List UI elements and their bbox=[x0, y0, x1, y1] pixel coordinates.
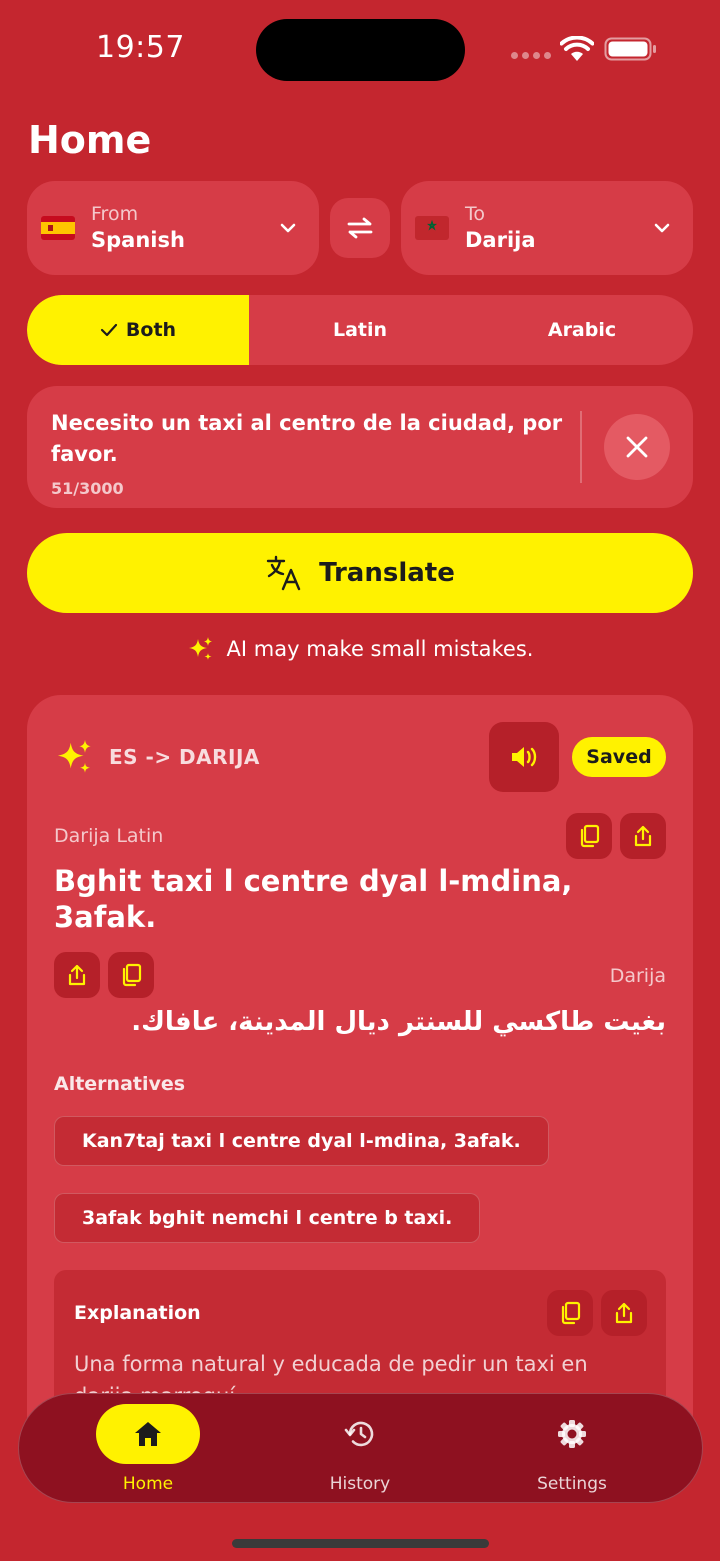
share-arabic-button[interactable] bbox=[54, 952, 100, 998]
divider bbox=[580, 411, 582, 483]
disclaimer-text: AI may make small mistakes. bbox=[226, 637, 534, 661]
sparkles-icon bbox=[57, 739, 91, 773]
cellular-signal-icon bbox=[511, 52, 551, 59]
morocco-flag-icon bbox=[415, 216, 449, 240]
close-icon bbox=[626, 436, 648, 458]
share-latin-button[interactable] bbox=[620, 813, 666, 859]
segment-latin-label: Latin bbox=[332, 319, 388, 341]
segment-both-label: Both bbox=[125, 319, 177, 341]
play-audio-button[interactable] bbox=[489, 722, 559, 792]
status-time: 19:57 bbox=[96, 30, 185, 65]
source-text-card: Necesito un taxi al centro de la ciudad,… bbox=[27, 386, 693, 508]
history-icon bbox=[344, 1421, 374, 1447]
to-caption: To bbox=[465, 203, 486, 225]
nav-home-label: Home bbox=[122, 1474, 174, 1494]
to-language: Darija bbox=[465, 228, 536, 252]
copy-icon bbox=[122, 963, 142, 987]
from-language-selector[interactable]: From Spanish bbox=[27, 181, 319, 275]
segment-both[interactable]: Both bbox=[27, 295, 249, 365]
copy-icon bbox=[580, 824, 600, 848]
swap-languages-button[interactable] bbox=[330, 198, 390, 258]
home-icon bbox=[135, 1422, 161, 1446]
latin-label: Darija Latin bbox=[54, 825, 164, 847]
copy-latin-button[interactable] bbox=[566, 813, 612, 859]
explanation-title: Explanation bbox=[74, 1302, 201, 1324]
bottom-navigation: Home History Settings bbox=[18, 1393, 703, 1503]
character-count: 51/3000 bbox=[51, 479, 124, 498]
share-icon bbox=[634, 825, 652, 847]
wifi-icon bbox=[560, 36, 594, 61]
script-segmented-control: Both Latin Arabic bbox=[27, 295, 693, 365]
source-text-input[interactable]: Necesito un taxi al centro de la ciudad,… bbox=[51, 408, 571, 470]
nav-settings-label: Settings bbox=[537, 1474, 607, 1494]
nav-settings-pill bbox=[520, 1404, 624, 1464]
copy-icon bbox=[561, 1301, 581, 1325]
chevron-down-icon bbox=[654, 223, 670, 233]
language-route: ES -> DARIJA bbox=[109, 745, 260, 769]
speaker-icon bbox=[512, 747, 537, 767]
arabic-translation: بغيت طاكسي للسنتر ديال المدينة، عافاك. bbox=[131, 1007, 666, 1037]
nav-home-pill bbox=[96, 1404, 200, 1464]
translate-icon bbox=[266, 555, 301, 591]
translation-result-card: ES -> DARIJA Saved Darija Latin Bghit ta… bbox=[27, 695, 693, 1455]
share-icon bbox=[615, 1302, 633, 1324]
to-language-selector[interactable]: To Darija bbox=[401, 181, 693, 275]
ai-disclaimer: AI may make small mistakes. bbox=[0, 635, 720, 663]
sparkles-icon bbox=[188, 637, 212, 660]
page-title: Home bbox=[28, 118, 152, 162]
spain-flag-icon bbox=[41, 216, 75, 240]
nav-home[interactable]: Home bbox=[63, 1394, 233, 1504]
saved-badge[interactable]: Saved bbox=[572, 737, 666, 777]
gear-icon bbox=[558, 1420, 586, 1448]
share-icon bbox=[68, 964, 86, 986]
battery-icon bbox=[604, 37, 656, 61]
dynamic-island bbox=[256, 19, 465, 81]
alternative-chip[interactable]: Kan7taj taxi l centre dyal l-mdina, 3afa… bbox=[54, 1116, 549, 1166]
nav-history-label: History bbox=[329, 1474, 391, 1494]
clear-input-button[interactable] bbox=[604, 414, 670, 480]
alternatives-title: Alternatives bbox=[54, 1073, 186, 1095]
from-caption: From bbox=[91, 203, 139, 225]
share-explanation-button[interactable] bbox=[601, 1290, 647, 1336]
arabic-label: Darija bbox=[609, 965, 666, 987]
from-language: Spanish bbox=[91, 228, 185, 252]
segment-arabic-label: Arabic bbox=[547, 319, 617, 341]
nav-history-pill bbox=[308, 1404, 412, 1464]
home-indicator bbox=[232, 1539, 489, 1548]
copy-arabic-button[interactable] bbox=[108, 952, 154, 998]
segment-arabic[interactable]: Arabic bbox=[471, 295, 693, 365]
nav-history[interactable]: History bbox=[275, 1394, 445, 1504]
check-icon bbox=[100, 323, 118, 337]
latin-translation: Bghit taxi l centre dyal l-mdina, 3afak. bbox=[54, 864, 573, 934]
chevron-down-icon bbox=[280, 223, 296, 233]
result-header: ES -> DARIJA bbox=[55, 737, 260, 777]
segment-latin[interactable]: Latin bbox=[249, 295, 471, 365]
swap-icon bbox=[347, 217, 373, 239]
copy-explanation-button[interactable] bbox=[547, 1290, 593, 1336]
alternative-chip[interactable]: 3afak bghit nemchi l centre b taxi. bbox=[54, 1193, 481, 1243]
translate-button[interactable]: Translate bbox=[27, 533, 693, 613]
nav-settings[interactable]: Settings bbox=[487, 1394, 657, 1504]
translate-label: Translate bbox=[319, 558, 455, 588]
